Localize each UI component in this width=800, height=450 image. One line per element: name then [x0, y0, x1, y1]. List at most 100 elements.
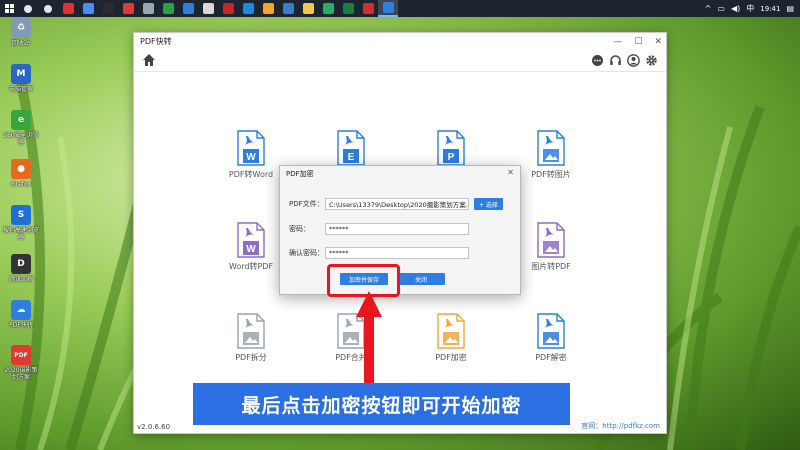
desktop-shortcut-icon: ♻ [11, 18, 31, 38]
taskbar-app-green-3[interactable] [338, 0, 358, 17]
desktop-shortcut-icon: e [11, 110, 31, 130]
chat-icon[interactable] [591, 54, 604, 67]
taskbar-app-green-2[interactable] [318, 0, 338, 17]
taskbar-app-icon [142, 3, 154, 14]
taskbar-app-yellow[interactable] [298, 0, 318, 17]
taskbar-app-icon [182, 3, 194, 14]
svg-text:E: E [348, 152, 355, 163]
svg-text:W: W [246, 244, 256, 255]
taskbar-app-green[interactable] [158, 0, 178, 17]
desktop-shortcut[interactable]: ☁ PDF快转 [2, 300, 40, 329]
desktop-shortcut-label: PDF快转 [9, 322, 33, 329]
tool-tile[interactable]: PDF解密 [516, 313, 586, 363]
taskbar-app-gray[interactable] [138, 0, 158, 17]
svg-text:W: W [246, 152, 256, 163]
desktop-shortcut-label: 电脑管家 [8, 86, 33, 93]
pdf-document-icon: P [437, 130, 465, 166]
home-icon[interactable] [142, 53, 156, 67]
tool-tile-label: PDF拆分 [235, 353, 267, 362]
taskbar-app-blue-3[interactable] [238, 0, 258, 17]
clock[interactable]: 19:41 [760, 5, 780, 13]
taskbar: ^ ▭ ◀) 中 19:41 ▤ [0, 0, 800, 17]
network-icon[interactable]: ▭ [717, 4, 725, 13]
volume-icon[interactable]: ◀) [731, 4, 740, 13]
start-button[interactable] [0, 0, 18, 17]
taskbar-app-icon [102, 3, 114, 14]
confirm-password-input[interactable]: ****** [325, 247, 469, 259]
desktop-shortcut[interactable]: D 腾讯文档 [2, 254, 40, 283]
tool-tile[interactable]: W Word转PDF [216, 222, 286, 272]
ime-icon[interactable]: 中 [746, 3, 754, 14]
taskbar-app-icon [302, 3, 314, 14]
taskbar-app-icon [62, 3, 74, 14]
desktop-shortcut-label: 搜狗高速浏览器 [2, 227, 39, 241]
taskbar-app-blue-1[interactable] [78, 0, 98, 17]
desktop-shortcut-icon: S [11, 205, 31, 225]
taskbar-app-icon [82, 3, 94, 14]
pdf-document-icon: W [237, 222, 265, 258]
taskbar-app-icon [122, 3, 134, 14]
toolbar [134, 50, 666, 72]
search-icon[interactable] [18, 0, 38, 17]
taskbar-app-red-2[interactable] [118, 0, 138, 17]
taskbar-apps [18, 0, 398, 17]
taskbar-app-icon [382, 2, 394, 13]
tool-tile[interactable]: PDF拆分 [216, 313, 286, 363]
tool-tile-label: 图片转PDF [531, 262, 571, 271]
notification-icon[interactable]: ▤ [786, 4, 794, 13]
desktop-shortcut-icon: ☁ [11, 300, 31, 320]
desktop-shortcut[interactable]: ● Firefox [2, 159, 40, 188]
taskbar-app-blue-4[interactable] [278, 0, 298, 17]
taskbar-app-red-3[interactable] [218, 0, 238, 17]
pdf-document-icon: E [337, 130, 365, 166]
task-view-icon[interactable] [38, 0, 58, 17]
window-controls: — ☐ ✕ [613, 33, 662, 50]
password-input[interactable]: ****** [325, 223, 469, 235]
taskbar-app-blue-5[interactable] [378, 0, 398, 17]
system-tray: ^ ▭ ◀) 中 19:41 ▤ [705, 0, 800, 17]
desktop-shortcut-icon: ● [11, 159, 31, 179]
taskbar-app-icon [322, 3, 334, 14]
select-file-button[interactable]: + 选择 [474, 198, 503, 210]
tool-tile[interactable]: PDF转图片 [516, 130, 586, 180]
desktop-shortcut[interactable]: M 电脑管家 [2, 64, 40, 93]
pdf-document-icon [237, 313, 265, 349]
desktop-shortcut[interactable]: ♻ 回收站 [2, 18, 40, 47]
tool-tile[interactable]: W PDF转Word [216, 130, 286, 180]
dialog-title: PDF加密 [280, 166, 520, 181]
window-title: PDF快转 [140, 37, 172, 46]
tool-tile[interactable]: 图片转PDF [516, 222, 586, 272]
pdf-document-icon [537, 130, 565, 166]
taskbar-app-icon [362, 3, 374, 14]
dialog-close-icon[interactable]: ✕ [507, 168, 514, 177]
taskbar-app-icon [202, 3, 214, 14]
tool-tile-label: Word转PDF [228, 262, 274, 271]
file-path-input[interactable]: C:\Users\13379\Desktop\2020摄影策划方案.pdf [325, 198, 469, 210]
website-link[interactable]: 官网：http://pdfkz.com [581, 421, 660, 431]
headset-icon[interactable] [609, 54, 622, 67]
close-icon[interactable]: ✕ [654, 37, 662, 47]
desktop-shortcut[interactable]: S 搜狗高速浏览器 [2, 205, 40, 241]
taskbar-app-red-1[interactable] [58, 0, 78, 17]
desktop-shortcut[interactable]: PDF 2020摄影策划方案 [2, 345, 40, 381]
gear-icon[interactable] [645, 54, 658, 67]
file-label: PDF文件： [289, 200, 324, 208]
maximize-icon[interactable]: ☐ [634, 37, 642, 47]
user-icon[interactable] [627, 54, 640, 67]
taskbar-app-mail[interactable] [198, 0, 218, 17]
desktop-shortcut-label: 360安全浏览器 [3, 132, 39, 146]
desktop-shortcut[interactable]: e 360安全浏览器 [2, 110, 40, 146]
encrypt-dialog: PDF加密 ✕ PDF文件： C:\Users\13379\Desktop\20… [279, 165, 521, 295]
taskbar-app-icon [342, 3, 354, 14]
taskbar-app-icon [162, 3, 174, 14]
taskbar-app-orange[interactable] [258, 0, 278, 17]
taskbar-app-red-4[interactable] [358, 0, 378, 17]
minimize-icon[interactable]: — [613, 37, 622, 47]
dialog-close-button[interactable]: 关闭 [397, 273, 445, 285]
taskbar-app-blue-2[interactable] [178, 0, 198, 17]
tool-tile-label: PDF转图片 [531, 170, 571, 179]
tool-tile[interactable]: PDF加密 [416, 313, 486, 363]
taskbar-app-black[interactable] [98, 0, 118, 17]
chevron-up-icon[interactable]: ^ [705, 4, 712, 13]
desktop-shortcut-icon: M [11, 64, 31, 84]
